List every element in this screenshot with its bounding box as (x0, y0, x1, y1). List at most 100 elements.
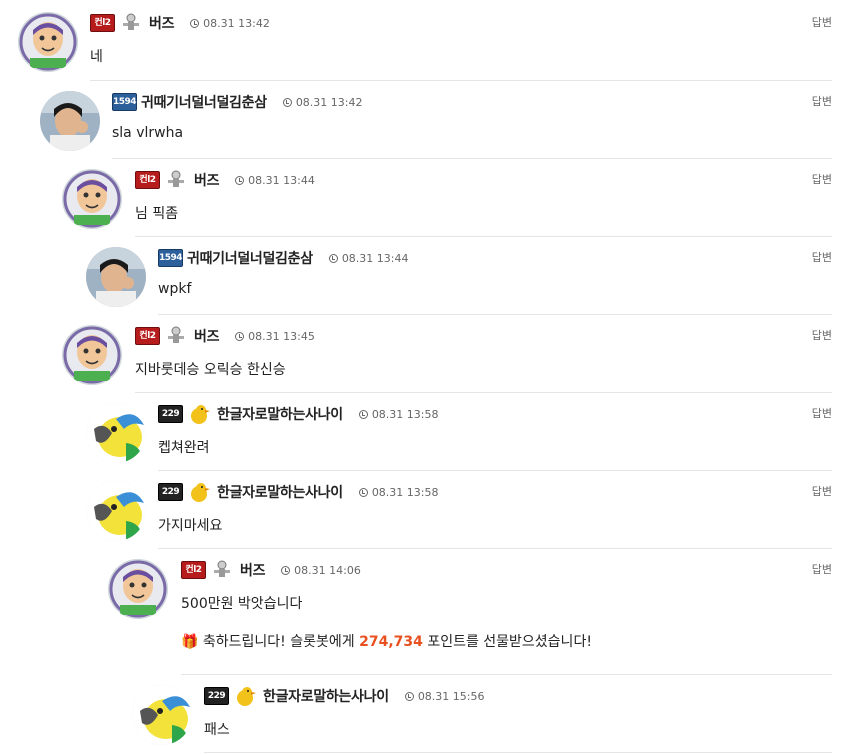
parrot-avatar-icon (86, 481, 146, 541)
reply-button[interactable]: 답변 (812, 561, 832, 577)
avatar[interactable] (86, 481, 146, 541)
comment-text: 500만원 박앗습니다 (181, 596, 303, 612)
clock-icon (404, 691, 414, 701)
comment-text: 지바룻데승 오릭승 한신승 (135, 362, 286, 378)
buzz-avatar-icon (108, 559, 168, 619)
reply-button[interactable]: 답변 (812, 249, 832, 265)
reply-button[interactable]: 답변 (812, 171, 832, 187)
parrot-avatar-icon (86, 403, 146, 463)
divider (204, 752, 832, 753)
nickname[interactable]: 한글자로말하는사나이 (217, 404, 343, 424)
gift-points: 274,734 (359, 634, 423, 650)
avatar[interactable] (40, 91, 100, 151)
timestamp: 08.31 13:58 (358, 485, 439, 499)
comment: 229 한글자로말하는사나이 08.31 13:58 답변 켑쳐완려 (0, 391, 850, 471)
time-text: 08.31 14:06 (294, 563, 361, 577)
nickname[interactable]: 한글자로말하는사나이 (263, 686, 389, 706)
bird-emblem-icon (233, 685, 257, 707)
clock-icon (281, 565, 291, 575)
comment: 컨l2 버즈 08.31 13:42 답변 네 (0, 0, 850, 80)
comment-meta: 컨l2 버즈 08.31 13:42 (90, 12, 270, 34)
comment: 229 한글자로말하는사나이 08.31 15:56 패스 (0, 673, 850, 753)
parrot-avatar-icon (132, 685, 192, 745)
avatar[interactable] (86, 403, 146, 463)
time-text: 08.31 13:44 (248, 173, 315, 187)
time-text: 08.31 13:42 (203, 16, 270, 30)
avatar[interactable] (108, 559, 168, 619)
time-text: 08.31 13:58 (371, 485, 439, 499)
buzz-emblem-icon (164, 169, 188, 191)
comment-text: 켑쳐완려 (158, 440, 210, 456)
comment-meta: 1594 귀때기너덜너덜김춘삼 08.31 13:42 (112, 91, 363, 113)
comment-meta: 컨l2 버즈 08.31 14:06 (181, 559, 361, 581)
avatar[interactable] (18, 12, 78, 72)
time-text: 08.31 13:42 (295, 95, 363, 109)
timestamp: 08.31 15:56 (404, 689, 485, 703)
gift-notice: 🎁 축하드립니다! 슬롯봇에게 274,734 포인트를 선물받으셨습니다! (181, 631, 592, 651)
level-badge: 컨l2 (135, 171, 160, 189)
timestamp: 08.31 14:06 (281, 564, 361, 577)
comment: 컨l2 버즈 08.31 13:44 답변 님 픽좀 (0, 157, 850, 237)
level-badge: 1594 (158, 249, 183, 267)
avatar[interactable] (62, 169, 122, 229)
nickname[interactable]: 귀때기너덜너덜김춘삼 (187, 248, 313, 268)
nickname[interactable]: 버즈 (240, 560, 265, 580)
level-badge: 229 (158, 483, 183, 501)
reply-button[interactable]: 답변 (812, 483, 832, 499)
clock-icon (358, 487, 368, 497)
level-badge: 컨l2 (135, 327, 160, 345)
gift-suffix: 포인트를 선물받으셨습니다! (427, 634, 592, 650)
nickname[interactable]: 버즈 (149, 13, 174, 33)
level-badge: 229 (204, 687, 229, 705)
buzz-emblem-icon (210, 559, 234, 581)
buzz-emblem-icon (119, 12, 143, 34)
comment: 1594 귀때기너덜너덜김춘삼 08.31 13:42 답변 sla vlrwh… (0, 79, 850, 159)
avatar[interactable] (132, 685, 192, 745)
bird-emblem-icon (187, 403, 211, 425)
timestamp: 08.31 13:42 (282, 95, 363, 109)
avatar[interactable] (86, 247, 146, 307)
nickname[interactable]: 귀때기너덜너덜김춘삼 (141, 92, 267, 112)
comment: 229 한글자로말하는사나이 08.31 13:58 답변 가지마세요 (0, 469, 850, 549)
clock-icon (358, 409, 368, 419)
buzz-emblem-icon (164, 325, 188, 347)
time-text: 08.31 13:44 (341, 251, 409, 265)
gift-prefix: 축하드립니다! 슬롯봇에게 (202, 634, 355, 650)
comment-meta: 229 한글자로말하는사나이 08.31 13:58 (158, 481, 439, 503)
comment-text: 님 픽좀 (135, 206, 179, 222)
timestamp: 08.31 13:44 (235, 174, 315, 187)
avatar[interactable] (62, 325, 122, 385)
person-avatar-icon (40, 91, 100, 151)
buzz-avatar-icon (62, 325, 122, 385)
buzz-avatar-icon (18, 12, 78, 72)
nickname[interactable]: 버즈 (194, 170, 219, 190)
level-badge: 1594 (112, 93, 137, 111)
time-text: 08.31 15:56 (417, 689, 485, 703)
reply-button[interactable]: 답변 (812, 327, 832, 343)
reply-button[interactable]: 답변 (812, 405, 832, 421)
bird-emblem-icon (187, 481, 211, 503)
reply-button[interactable]: 답변 (812, 14, 832, 30)
clock-icon (190, 18, 200, 28)
level-badge: 컨l2 (90, 14, 115, 32)
comment-meta: 컨l2 버즈 08.31 13:44 (135, 169, 315, 191)
reply-button[interactable]: 답변 (812, 93, 832, 109)
level-badge: 229 (158, 405, 183, 423)
timestamp: 08.31 13:58 (358, 407, 439, 421)
nickname[interactable]: 버즈 (194, 326, 219, 346)
comment-text: 패스 (204, 722, 230, 738)
comment: 컨l2 버즈 08.31 14:06 답변 500만원 박앗습니다 🎁 축하드립… (0, 547, 850, 675)
gift-icon: 🎁 (181, 634, 199, 650)
time-text: 08.31 13:58 (371, 407, 439, 421)
comment-text: 가지마세요 (158, 518, 223, 534)
time-text: 08.31 13:45 (248, 329, 315, 343)
clock-icon (282, 97, 292, 107)
comment-text: sla vlrwha (112, 125, 184, 141)
nickname[interactable]: 한글자로말하는사나이 (217, 482, 343, 502)
comment-meta: 1594 귀때기너덜너덜김춘삼 08.31 13:44 (158, 247, 409, 269)
clock-icon (235, 175, 245, 185)
comment: 1594 귀때기너덜너덜김춘삼 08.31 13:44 답변 wpkf (0, 235, 850, 315)
timestamp: 08.31 13:45 (235, 330, 315, 343)
clock-icon (235, 331, 245, 341)
person-avatar-icon (86, 247, 146, 307)
